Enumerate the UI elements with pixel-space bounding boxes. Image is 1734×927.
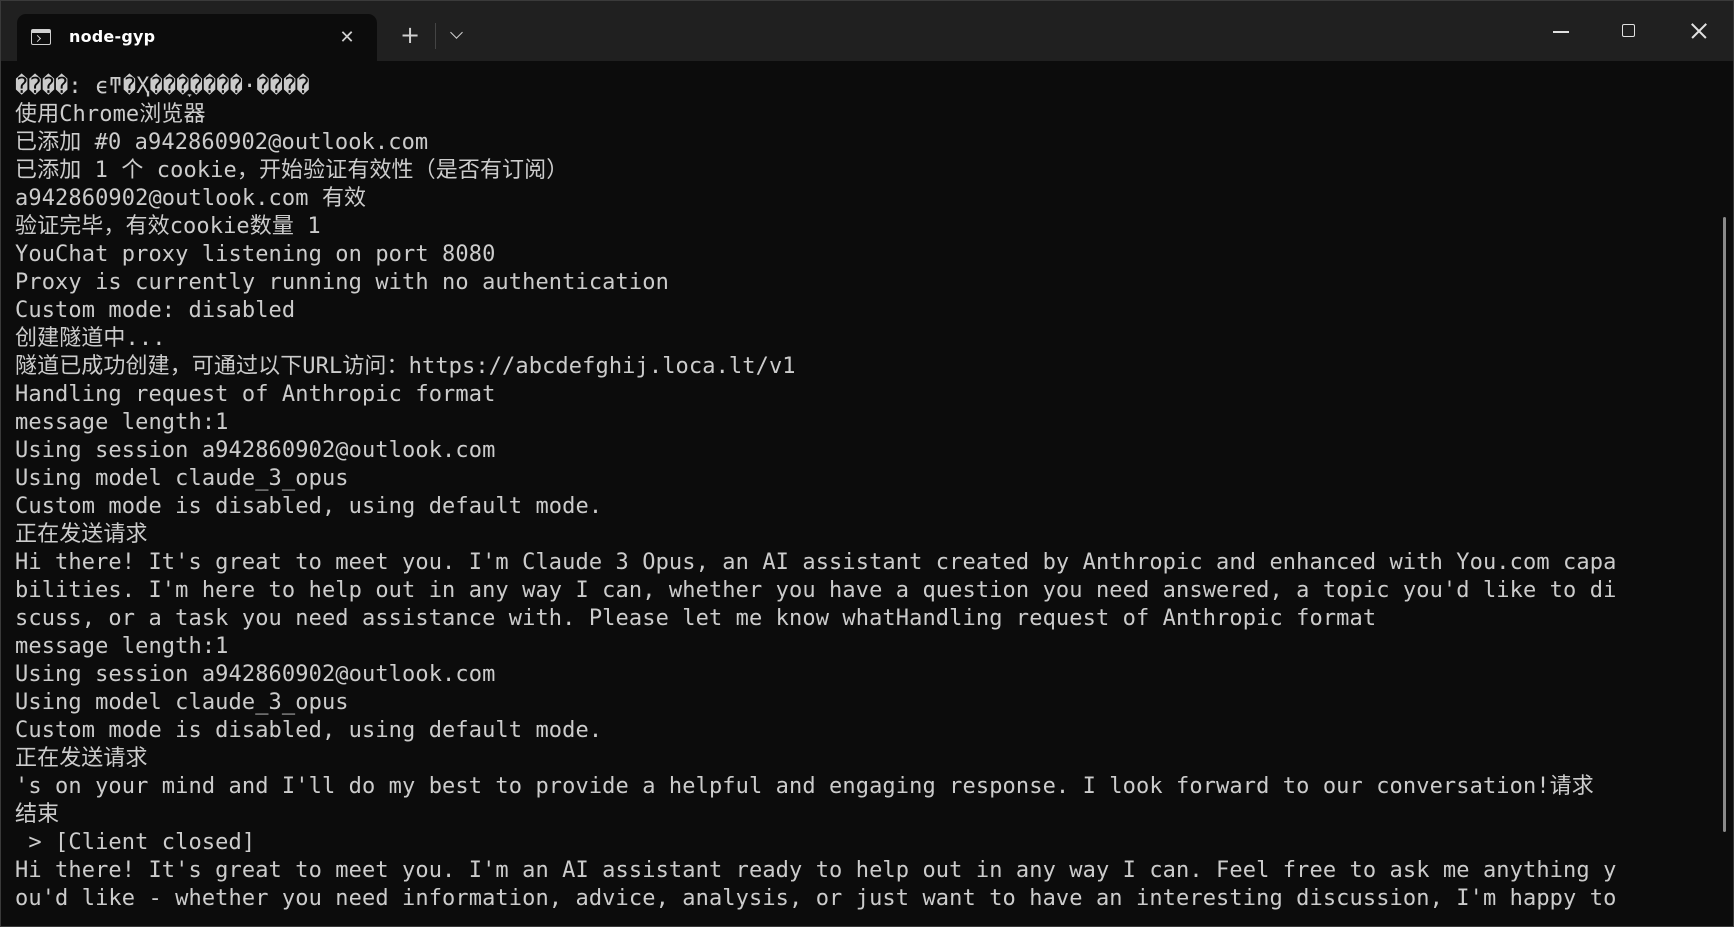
terminal-line: 结束 [15,802,60,827]
terminal-line: message length:1 [15,634,229,659]
vertical-scrollbar[interactable] [1723,217,1726,832]
terminal-line: 已添加 1 个 cookie，开始验证有效性（是否有订阅） [15,158,569,183]
terminal-line: ����: ϵͳ�Ҳ���ָ����·���� [15,74,310,99]
terminal-line: 已添加 #0 a942860902@outlook.com [15,130,429,155]
close-button[interactable] [1679,11,1719,51]
terminal-line: 使用Chrome浏览器 [15,102,206,127]
terminal-line: YouChat proxy listening on port 8080 [15,242,496,267]
terminal-line: > [Client closed] [15,830,256,855]
terminal-line: Using session a942860902@outlook.com [15,438,496,463]
maximize-button[interactable] [1609,11,1649,51]
terminal-line: 验证完毕，有效cookie数量 1 [15,214,321,239]
terminal-line: scuss, or a task you need assistance wit… [15,606,1377,631]
terminal-line: Using session a942860902@outlook.com [15,662,496,687]
terminal-line: Hi there! It's great to meet you. I'm an… [15,858,1617,883]
tab-separator [435,23,436,49]
terminal-line: Hi there! It's great to meet you. I'm Cl… [15,550,1617,575]
terminal-window: node-gyp ✕ + ����: ϵͳ�Ҳ���ָ����·���� 使用C… [0,0,1734,927]
tab-title: node-gyp [69,27,156,46]
terminal-line: 正在发送请求 [15,746,148,771]
terminal-output[interactable]: ����: ϵͳ�Ҳ���ָ����·���� 使用Chrome浏览器 已添加 … [1,61,1717,926]
terminal-line: 's on your mind and I'll do my best to p… [15,774,1594,799]
terminal-line: Proxy is currently running with no authe… [15,270,669,295]
terminal-line: Custom mode is disabled, using default m… [15,494,603,519]
terminal-line: message length:1 [15,410,229,435]
title-bar[interactable]: node-gyp ✕ + [1,1,1733,61]
terminal-line: 隧道已成功创建，可通过以下URL访问：https://abcdefghij.lo… [15,354,796,379]
terminal-line: Using model claude_3_opus [15,690,349,715]
tab-node-gyp[interactable]: node-gyp ✕ [17,14,377,61]
terminal-line: 正在发送请求 [15,522,148,547]
terminal-line: a942860902@outlook.com 有效 [15,186,367,211]
terminal-line: Custom mode is disabled, using default m… [15,718,603,743]
terminal-icon [31,29,51,45]
terminal-line: Using model claude_3_opus [15,466,349,491]
terminal-line: bilities. I'm here to help out in any wa… [15,578,1617,603]
terminal-line: Custom mode: disabled [15,298,296,323]
terminal-lines: ����: ϵͳ�Ҳ���ָ����·���� 使用Chrome浏览器 已添加 … [15,73,1616,913]
tab-close-icon[interactable]: ✕ [335,26,359,50]
minimize-button[interactable] [1541,11,1581,51]
terminal-line: 创建隧道中... [15,326,166,351]
new-tab-button[interactable]: + [396,21,424,49]
terminal-line: ou'd like - whether you need information… [15,886,1617,911]
terminal-line: Handling request of Anthropic format [15,382,496,407]
chevron-down-icon[interactable] [443,21,471,49]
